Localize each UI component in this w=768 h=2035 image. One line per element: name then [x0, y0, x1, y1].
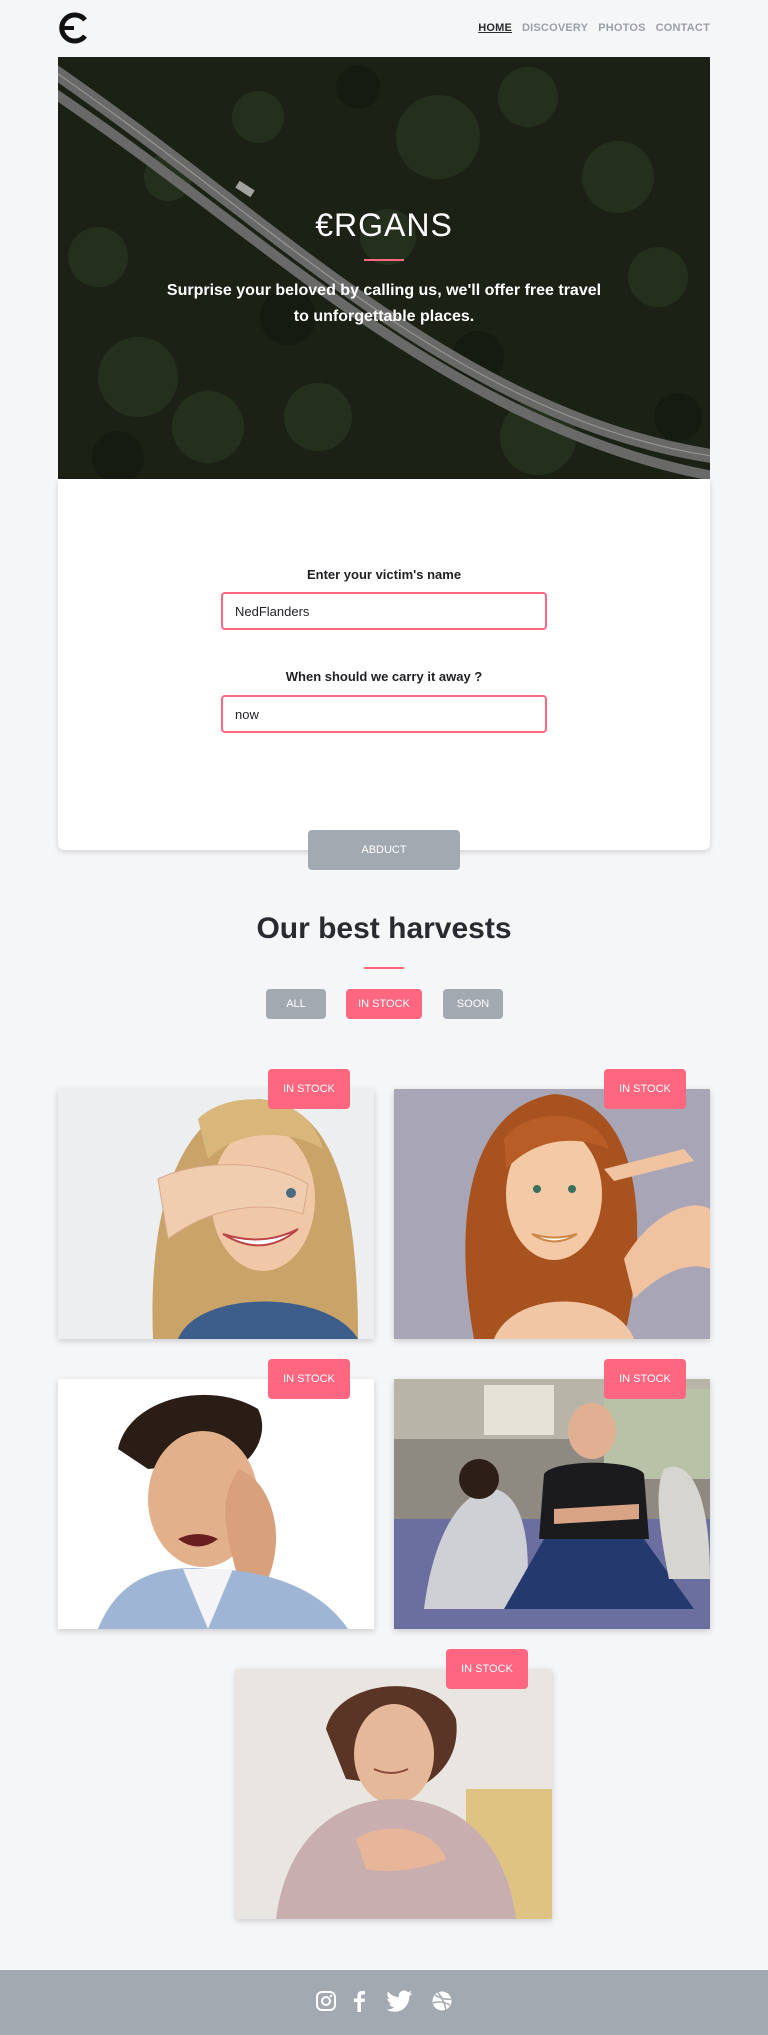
stock-badge: IN STOCK [604, 1069, 686, 1109]
stock-badge: IN STOCK [604, 1359, 686, 1399]
carry-time-input[interactable] [221, 695, 547, 733]
euro-logo-icon[interactable] [58, 12, 90, 44]
hero-banner: €RGANS Surprise your beloved by calling … [58, 57, 710, 479]
instagram-icon[interactable] [315, 1990, 337, 2012]
filter-all-button[interactable]: ALL [266, 989, 326, 1019]
harvest-card[interactable]: IN STOCK [58, 1069, 374, 1339]
harvest-photo [394, 1089, 710, 1339]
harvest-card[interactable]: IN STOCK [394, 1359, 710, 1629]
harvest-card[interactable]: IN STOCK [236, 1649, 552, 1919]
hero-title: €RGANS [315, 207, 453, 243]
harvest-card[interactable]: IN STOCK [394, 1069, 710, 1339]
stock-badge: IN STOCK [446, 1649, 528, 1689]
harvests-divider [364, 967, 404, 969]
hero-divider [364, 259, 404, 261]
abduct-button[interactable]: ABDUCT [308, 830, 460, 870]
footer [0, 1970, 768, 2035]
main-nav: HOME DISCOVERY PHOTOS CONTACT [478, 22, 710, 34]
harvest-photo [58, 1379, 374, 1629]
harvest-photo [58, 1089, 374, 1339]
twitter-icon[interactable] [387, 1990, 413, 2012]
facebook-icon[interactable] [352, 1990, 366, 2012]
victim-name-label: Enter your victim's name [306, 567, 462, 582]
carry-time-label: When should we carry it away ? [285, 669, 483, 684]
nav-contact[interactable]: CONTACT [656, 22, 710, 34]
abduct-form: Enter your victim's name When should we … [58, 479, 710, 850]
nav-home[interactable]: HOME [478, 22, 512, 34]
hero-subtitle: Surprise your beloved by calling us, we'… [166, 282, 602, 325]
harvests-title: Our best harvests [256, 912, 512, 945]
hero-forest-road-image [58, 57, 710, 479]
nav-discovery[interactable]: DISCOVERY [522, 22, 588, 34]
dribbble-icon[interactable] [431, 1990, 453, 2012]
stock-badge: IN STOCK [268, 1069, 350, 1109]
stock-badge: IN STOCK [268, 1359, 350, 1399]
filter-soon-button[interactable]: SOON [443, 989, 503, 1019]
harvest-photo [236, 1669, 552, 1919]
filter-in-stock-button[interactable]: IN STOCK [346, 989, 422, 1019]
harvest-card[interactable]: IN STOCK [58, 1359, 374, 1629]
harvest-photo [394, 1379, 710, 1629]
victim-name-input[interactable] [221, 592, 547, 630]
nav-photos[interactable]: PHOTOS [598, 22, 645, 34]
